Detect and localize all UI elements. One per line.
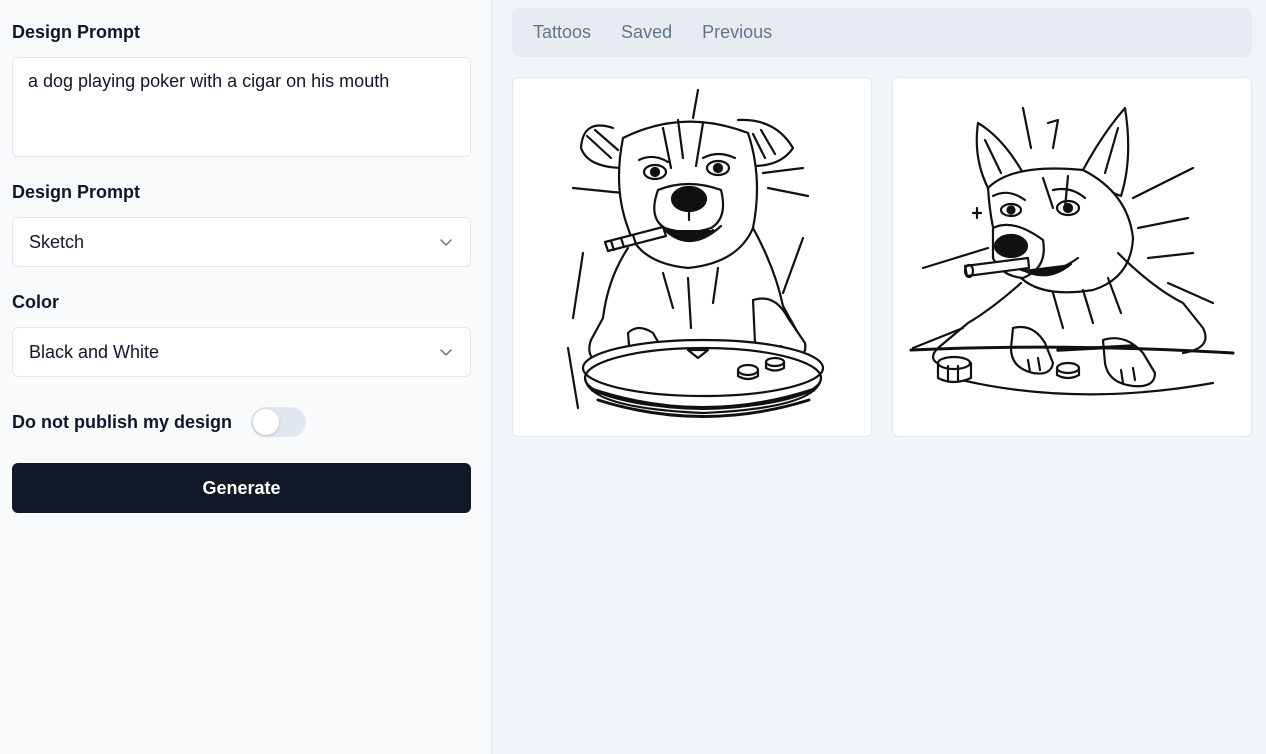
tab-previous[interactable]: Previous [702,22,772,43]
color-label: Color [12,292,59,312]
publish-toggle-switch[interactable] [251,407,306,437]
publish-toggle-label: Do not publish my design [12,411,232,432]
gallery-card-2[interactable] [892,77,1252,437]
prompt-label: Design Prompt [12,22,141,42]
style-label: Design Prompt [12,182,141,202]
gallery-tab-bar: Tattoos Saved Previous [512,8,1252,57]
generate-button[interactable]: Generate [12,463,471,513]
prompt-textarea[interactable]: a dog playing poker with a cigar on his … [12,57,471,157]
design-form-panel: Design Prompt a dog playing poker with a… [0,0,492,754]
color-select[interactable]: Black and White [12,327,471,377]
chevron-down-icon [440,349,452,356]
chevron-down-icon [440,239,452,246]
style-select-value: Sketch [29,231,85,252]
style-select[interactable]: Sketch [12,217,471,267]
dog-boxer-sketch-image [566,88,825,418]
gallery-card-1[interactable] [512,77,872,437]
dog-shepherd-sketch-image [909,106,1235,396]
tab-tattoos[interactable]: Tattoos [533,22,591,43]
toggle-knob [253,409,279,435]
publish-toggle-row: Do not publish my design [12,406,306,438]
color-select-value: Black and White [29,341,160,362]
tab-saved[interactable]: Saved [621,22,672,43]
